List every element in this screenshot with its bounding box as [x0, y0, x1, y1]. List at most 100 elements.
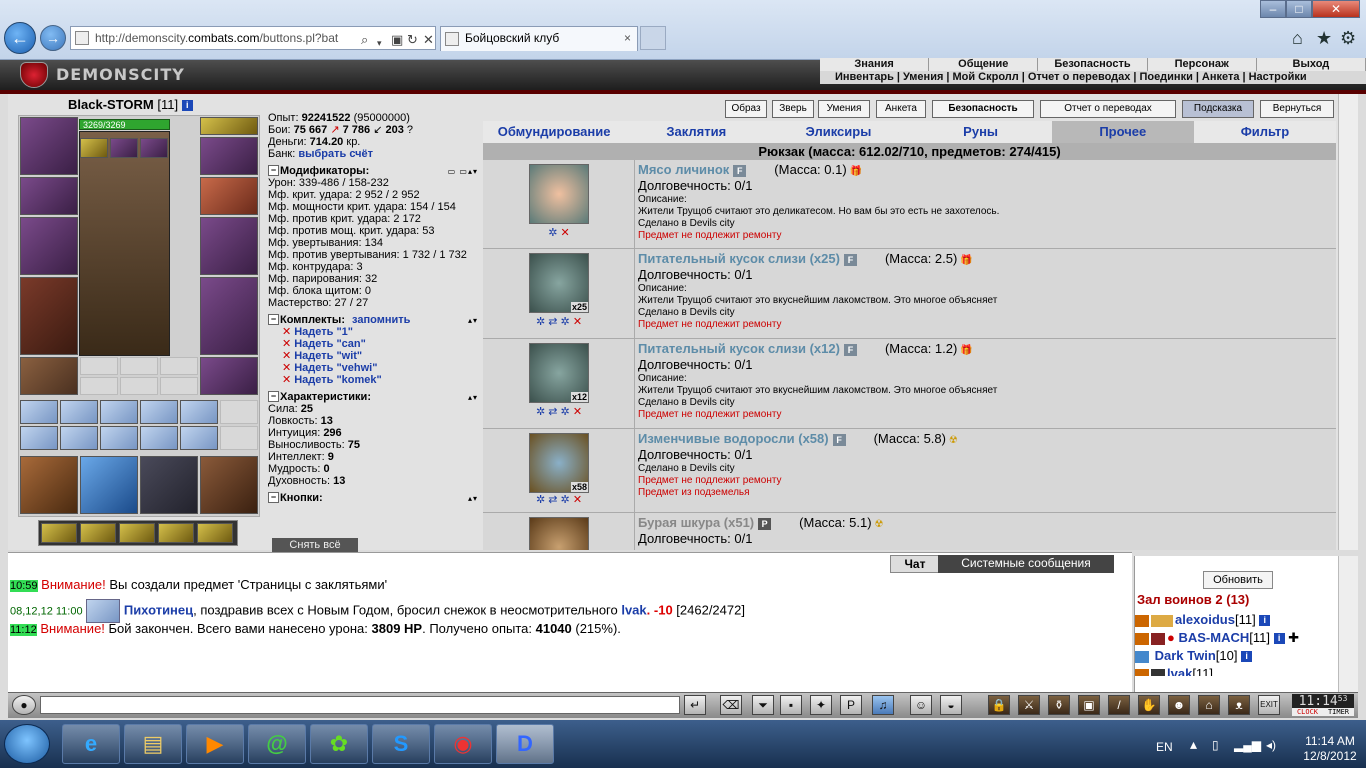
- smiley-icon[interactable]: ☺: [910, 695, 932, 715]
- undress-all-button[interactable]: Снять всё: [272, 538, 358, 552]
- bottle-icon[interactable]: ⚱: [1048, 695, 1070, 715]
- new-tab-button[interactable]: [640, 26, 666, 50]
- gift-box-icon[interactable]: ⌂: [1198, 695, 1220, 715]
- lock-icon[interactable]: 🔒: [988, 695, 1010, 715]
- send-enter-icon[interactable]: ↵: [684, 695, 706, 715]
- user-info-icon[interactable]: i: [1241, 651, 1253, 663]
- player-info-icon[interactable]: i: [181, 100, 193, 112]
- start-button[interactable]: [4, 724, 50, 764]
- item-image[interactable]: [529, 164, 589, 224]
- pet-face-icon[interactable]: ᴥ: [1228, 695, 1250, 715]
- submenu-settings[interactable]: Настройки: [1246, 71, 1310, 83]
- taskbar-icq-icon[interactable]: ✿: [310, 724, 368, 764]
- taskbar-mail-icon[interactable]: @: [248, 724, 306, 764]
- rune-slot-2[interactable]: [80, 523, 116, 543]
- attack-icon[interactable]: ⚔: [1018, 695, 1040, 715]
- transfer-icon[interactable]: ⇄: [548, 406, 557, 418]
- item-name[interactable]: Питательный кусок слизи (x25): [638, 251, 840, 266]
- network-icon[interactable]: ▂▄▆: [1234, 738, 1261, 752]
- return-button[interactable]: Вернуться: [1260, 100, 1334, 118]
- scroll-slot-4[interactable]: [140, 400, 178, 424]
- mask-icon[interactable]: ☻: [1168, 695, 1190, 715]
- language-indicator[interactable]: EN: [1156, 740, 1173, 754]
- delete-set-icon[interactable]: ✕: [282, 338, 291, 350]
- scroll-slot-2[interactable]: [60, 400, 98, 424]
- tab-system-messages[interactable]: Системные сообщения: [938, 555, 1114, 573]
- scroll-slot-11[interactable]: [180, 426, 218, 450]
- scroll-slot-9[interactable]: [100, 426, 138, 450]
- drop-icon[interactable]: ✕: [573, 406, 582, 418]
- device-icon[interactable]: ▯: [1212, 738, 1219, 752]
- filter-icon[interactable]: ⏷: [752, 695, 774, 715]
- split-icon[interactable]: ✲: [561, 316, 570, 328]
- taskbar-skype-icon[interactable]: S: [372, 724, 430, 764]
- delete-set-icon[interactable]: ✕: [282, 374, 291, 386]
- scroll-slot-10[interactable]: [140, 426, 178, 450]
- favorites-star-icon[interactable]: ★: [1316, 28, 1332, 49]
- bank-select-link[interactable]: выбрать счёт: [298, 148, 373, 160]
- home-icon[interactable]: ⌂: [1292, 28, 1303, 49]
- tab-other[interactable]: Прочее: [1051, 121, 1194, 143]
- section-controls-icon[interactable]: ▭ ▭▴▾: [448, 166, 478, 178]
- claw-icon[interactable]: ✋: [1138, 695, 1160, 715]
- sets-remember-link[interactable]: запомнить: [352, 314, 410, 326]
- refresh-button[interactable]: Обновить: [1203, 571, 1273, 589]
- delete-set-icon[interactable]: ✕: [282, 350, 291, 362]
- chars-header[interactable]: Характеристики:▴▾: [268, 391, 478, 403]
- section-controls-icon[interactable]: ▴▾: [468, 315, 478, 327]
- transfer-icon[interactable]: ⇄: [548, 494, 557, 506]
- user-info-icon[interactable]: i: [1259, 615, 1271, 627]
- set-item[interactable]: ✕ Надеть "can": [268, 338, 478, 350]
- set-item[interactable]: ✕ Надеть "vehwi": [268, 362, 478, 374]
- gloves-slot[interactable]: [200, 177, 258, 215]
- minimize-button[interactable]: –: [1260, 0, 1286, 18]
- split-icon[interactable]: ✲: [561, 406, 570, 418]
- scroll-slot-6[interactable]: [220, 400, 258, 424]
- save-icon[interactable]: ▪: [780, 695, 802, 715]
- bag-slot-1[interactable]: [20, 456, 78, 514]
- menu-knowledge[interactable]: Знания: [820, 58, 930, 71]
- item-image[interactable]: x25: [529, 253, 589, 313]
- use-icon[interactable]: ✲: [548, 227, 557, 239]
- item-name[interactable]: Мясо личинок: [638, 162, 729, 177]
- rune-slot-4[interactable]: [158, 523, 194, 543]
- tab-chat[interactable]: Чат: [890, 555, 940, 573]
- menu-character[interactable]: Персонаж: [1148, 58, 1257, 71]
- tab-spells[interactable]: Заклятия: [625, 121, 767, 143]
- room-user[interactable]: Dark Twin[10] i: [1135, 648, 1253, 663]
- compat-icon[interactable]: ▣: [391, 29, 403, 49]
- armor-slot[interactable]: [20, 277, 78, 355]
- browser-tab[interactable]: Бойцовский клуб ×: [440, 26, 638, 51]
- hint-button[interactable]: Подсказка: [1182, 100, 1254, 118]
- shield-slot[interactable]: [200, 217, 258, 275]
- boots-slot[interactable]: [200, 357, 258, 395]
- empty-slot-3[interactable]: [160, 357, 198, 375]
- empty-slot-1[interactable]: [80, 357, 118, 375]
- use-icon[interactable]: ✲: [536, 406, 545, 418]
- pet-button[interactable]: Зверь: [772, 100, 814, 118]
- search-icon[interactable]: ⌕: [361, 29, 368, 49]
- bag-slot-4[interactable]: [200, 456, 258, 514]
- menu-security[interactable]: Безопасность: [1038, 58, 1148, 71]
- split-icon[interactable]: ✲: [561, 494, 570, 506]
- bag-slot-3[interactable]: [140, 456, 198, 514]
- tab-close-icon[interactable]: ×: [624, 27, 631, 50]
- knife-icon[interactable]: /: [1108, 695, 1130, 715]
- private-icon[interactable]: P: [840, 695, 862, 715]
- tab-filter[interactable]: Фильтр: [1194, 121, 1336, 143]
- submenu-fights[interactable]: Поединки: [1136, 71, 1195, 83]
- security-button[interactable]: Безопасность: [932, 100, 1034, 118]
- section-controls-icon[interactable]: ▴▾: [468, 392, 478, 404]
- back-button[interactable]: ←: [4, 22, 36, 54]
- delete-set-icon[interactable]: ✕: [282, 362, 291, 374]
- skills-button[interactable]: Умения: [818, 100, 870, 118]
- chat-area[interactable]: 10:59 Внимание! Вы создали предмет 'Стра…: [8, 552, 1132, 692]
- tray-clock[interactable]: 11:14 AM 12/8/2012: [1290, 734, 1366, 764]
- scroll-slot-3[interactable]: [100, 400, 138, 424]
- scroll-slot-7[interactable]: [20, 426, 58, 450]
- belt-slot[interactable]: [20, 357, 78, 395]
- helmet-slot[interactable]: [20, 117, 78, 175]
- buttons-header[interactable]: Кнопки:▴▾: [268, 492, 478, 504]
- empty-slot-2[interactable]: [120, 357, 158, 375]
- fighter-icon[interactable]: ✦: [810, 695, 832, 715]
